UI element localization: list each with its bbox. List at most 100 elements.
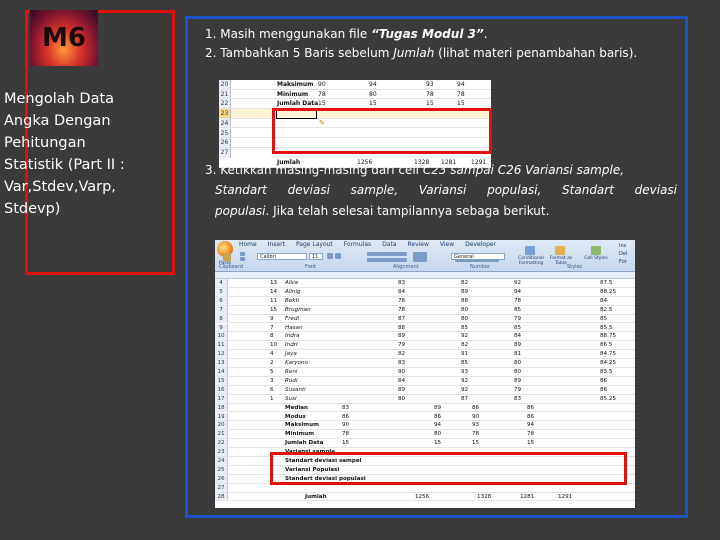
- cell: 82: [461, 280, 469, 286]
- grow-font-icon[interactable]: [327, 253, 333, 259]
- tab-formulas[interactable]: Formulas: [344, 241, 371, 250]
- cell: 14: [270, 288, 278, 295]
- tab-insert[interactable]: Insert: [268, 241, 285, 250]
- step-text: . Jika telah selesai tampilannya sebaga …: [265, 204, 550, 218]
- cell: 78: [457, 90, 465, 98]
- cell: 80: [434, 431, 442, 438]
- module-title-line: Mengolah Data: [4, 91, 115, 107]
- table-row: 12 4 Jaya 82 91 81 84.75: [215, 350, 635, 360]
- file-name: “Tugas Modul 3”: [371, 27, 484, 41]
- row-number: 14: [215, 368, 228, 376]
- table-row: 21 Minimum 78 80 78 78: [219, 89, 491, 100]
- cell: 13: [270, 280, 278, 286]
- cell: 90: [318, 81, 326, 88]
- module-title-line: Stdevp): [4, 201, 61, 217]
- row-number: 25: [219, 128, 231, 138]
- number-buttons[interactable]: [455, 259, 499, 262]
- cell: 1291: [558, 493, 573, 500]
- cell: 83.5: [600, 369, 613, 375]
- cell: Jaya: [285, 351, 297, 358]
- cell: 81: [514, 351, 522, 358]
- font-name-select[interactable]: Calibri: [257, 253, 307, 260]
- cell: 78: [527, 431, 535, 438]
- cell: 91: [461, 351, 469, 358]
- table-row: 22 Jumlah Data 15 15 15 15: [215, 439, 635, 449]
- cell: Susi: [285, 395, 297, 402]
- cell: Karyono: [285, 360, 308, 367]
- cell-styles-icon[interactable]: [591, 246, 601, 255]
- insert-cells-button[interactable]: Ins: [619, 242, 626, 250]
- cell: 89: [398, 333, 406, 340]
- copy-icon[interactable]: [240, 257, 245, 261]
- cell: 86: [527, 413, 535, 420]
- module-title-line: Pehitungan: [4, 135, 86, 151]
- cell: 84.25: [600, 360, 617, 367]
- module-title-line: Angka Dengan: [4, 113, 111, 129]
- row-number: 20: [215, 421, 228, 430]
- group-label: Clipboard: [219, 264, 243, 270]
- cell: 1281: [520, 493, 535, 500]
- cell: 85: [514, 306, 522, 313]
- cell: 84: [398, 377, 406, 384]
- row-label: Jumlah Data: [285, 440, 324, 447]
- align-top-icons[interactable]: [367, 252, 407, 256]
- tab-data[interactable]: Data: [382, 241, 396, 250]
- wrap-text-icon[interactable]: [413, 252, 427, 262]
- table-row: 20 Maksimum 90 94 93 94: [219, 80, 491, 90]
- cell: 83: [398, 280, 406, 286]
- module-title-line: Statistik (Part II :: [4, 157, 125, 173]
- step-text: Ketikkan masing-masing dari cell: [220, 163, 423, 177]
- step-text: Masih menggunakan file: [220, 27, 372, 41]
- cell-styles-button[interactable]: Cell Styles: [583, 256, 609, 261]
- step-number: 2.: [205, 46, 217, 60]
- tab-home[interactable]: Home: [239, 241, 257, 250]
- cell: 85: [514, 324, 522, 331]
- table-row: 15 3 Rudi 84 92 89 86: [215, 376, 635, 386]
- align-bottom-icons[interactable]: [367, 258, 407, 262]
- row-label: Minimum: [277, 90, 309, 98]
- row-number: 4: [215, 279, 228, 287]
- tab-developer[interactable]: Developer: [465, 241, 496, 250]
- row-number: 21: [219, 89, 231, 99]
- tab-review[interactable]: Review: [408, 241, 429, 250]
- cell: 86: [434, 413, 442, 420]
- tab-view[interactable]: View: [440, 241, 454, 250]
- cell: 5: [270, 369, 274, 375]
- cell: 85.25: [600, 395, 617, 402]
- module-badge: M6: [30, 10, 98, 66]
- cell: 2: [270, 360, 274, 367]
- cell: 87: [398, 315, 406, 322]
- shrink-font-icon[interactable]: [335, 253, 341, 259]
- cell: 78: [472, 431, 480, 438]
- emphasis-text: populasi: [215, 204, 266, 218]
- format-as-table-icon[interactable]: [555, 246, 565, 255]
- step-2: 2. Tambahkan 5 Baris sebelum Jumlah (lih…: [205, 45, 637, 61]
- cell: 79: [398, 342, 406, 349]
- cell: 90: [472, 413, 480, 420]
- font-size-select[interactable]: 11: [309, 253, 323, 260]
- row-number: 10: [215, 332, 228, 341]
- ribbon-tabs: Home Insert Page Layout Formulas Data Re…: [239, 241, 496, 250]
- step-number: 1.: [205, 27, 217, 41]
- cut-icon[interactable]: [240, 252, 245, 256]
- cell: 89: [514, 377, 522, 384]
- cell: 15: [472, 440, 480, 447]
- row-number: 6: [215, 296, 228, 305]
- conditional-formatting-icon[interactable]: [525, 246, 535, 255]
- cell: 3: [270, 377, 274, 384]
- table-row: 5 14 Alinig 84 89 94 88.25: [215, 287, 635, 297]
- row-label: Median: [285, 404, 309, 411]
- cell: Susanti: [285, 386, 306, 393]
- cell: Hasan: [285, 324, 303, 331]
- row-number: 18: [215, 403, 228, 412]
- cell: 85: [461, 324, 469, 331]
- paste-icon[interactable]: [223, 253, 231, 261]
- emphasis-text: C23 sampai C26: [422, 163, 522, 177]
- group-label: Alignment: [393, 264, 419, 270]
- delete-cells-button[interactable]: Del: [619, 250, 627, 258]
- tab-page-layout[interactable]: Page Layout: [296, 241, 333, 250]
- table-row: 27: [215, 483, 635, 493]
- row-number: 26: [219, 138, 231, 147]
- table-row: 13 2 Karyono 83 85 80 84.25: [215, 359, 635, 368]
- cell: 85: [600, 315, 608, 322]
